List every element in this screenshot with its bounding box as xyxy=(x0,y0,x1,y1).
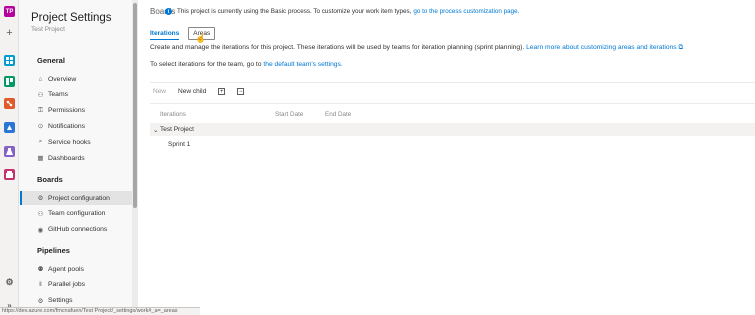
grid-header: Iterations Start Date End Date xyxy=(150,109,755,121)
column-header-end-date[interactable]: End Date xyxy=(325,111,351,118)
pipelines-icon[interactable] xyxy=(4,122,15,133)
plus-icon[interactable]: + xyxy=(4,27,15,39)
chevron-down-icon[interactable]: ⌄ xyxy=(153,126,158,134)
app-rail: TP + ⚙ » xyxy=(0,0,19,315)
artifacts-icon[interactable] xyxy=(4,169,15,180)
settings-icon: ⚙ xyxy=(37,297,44,305)
process-info-banner: i This project is currently using the Ba… xyxy=(165,8,519,15)
tab-iterations[interactable]: Iterations xyxy=(150,30,182,40)
permissions-icon: ⚿ xyxy=(38,106,43,114)
sidebar-project-name: Test Project xyxy=(31,26,65,33)
notifications-icon: ⊙ xyxy=(37,123,44,131)
expand-all-icon[interactable]: + xyxy=(218,88,226,95)
iteration-name: Sprint 1 xyxy=(168,141,191,148)
sidebar-item-notifications[interactable]: ⊙ Notifications xyxy=(20,119,132,133)
parallel-jobs-icon: ‖ xyxy=(39,281,42,289)
team-configuration-icon: ⚇ xyxy=(37,210,44,218)
table-row[interactable]: ⌄ Test Project xyxy=(150,123,755,136)
test-plans-icon[interactable] xyxy=(4,146,15,157)
sidebar-item-overview[interactable]: ⌂ Overview xyxy=(20,72,132,86)
sidebar-item-label: Team configuration xyxy=(48,210,106,218)
learn-more-link[interactable]: Learn more about customizing areas and i… xyxy=(526,44,683,51)
iteration-name: Test Project xyxy=(160,126,194,133)
org-badge-icon[interactable]: TP xyxy=(4,6,15,17)
sidebar-item-label: Service hooks xyxy=(48,138,91,146)
iterations-description: Create and manage the iterations for thi… xyxy=(150,44,683,52)
settings-sidebar: Project Settings Test Project General ⌂ Ov… xyxy=(19,0,132,315)
sidebar-item-label: GitHub connections xyxy=(48,226,108,234)
sidebar-item-dashboards[interactable]: ▦ Dashboards xyxy=(20,151,132,165)
pointer-cursor-icon: ☝ xyxy=(195,33,207,43)
dashboards-icon: ▦ xyxy=(37,155,44,162)
teams-icon: ⚇ xyxy=(37,91,44,99)
sidebar-item-teams[interactable]: ⚇ Teams xyxy=(20,88,132,102)
sidebar-item-project-configuration[interactable]: ⚙ Project configuration xyxy=(20,191,132,205)
sidebar-group-pipelines: Pipelines xyxy=(37,246,70,255)
divider xyxy=(150,103,755,104)
sidebar-item-label: Parallel jobs xyxy=(48,281,86,289)
sidebar-item-label: Settings xyxy=(48,297,73,305)
column-header-iterations[interactable]: Iterations xyxy=(160,111,186,118)
sidebar-item-parallel-jobs[interactable]: ‖ Parallel jobs xyxy=(20,278,132,292)
sidebar-group-boards: Boards xyxy=(37,175,63,184)
default-team-settings-link[interactable]: the default team's settings. xyxy=(263,61,342,68)
table-row[interactable]: Sprint 1 xyxy=(150,138,755,151)
sidebar-item-label: Notifications xyxy=(48,122,86,130)
gear-icon[interactable]: ⚙ xyxy=(4,277,15,288)
sidebar-item-label: Project configuration xyxy=(48,194,110,202)
main-content: Boards i This project is currently using… xyxy=(138,0,755,315)
collapse-all-icon[interactable]: − xyxy=(237,88,245,95)
sidebar-group-general: General xyxy=(37,56,65,65)
process-customization-link[interactable]: go to the process customization page. xyxy=(413,8,519,15)
team-settings-text: To select iterations for the team, go to xyxy=(150,61,262,68)
sidebar-item-label: Overview xyxy=(48,75,77,83)
repos-icon[interactable] xyxy=(4,98,15,109)
settings-tabs: Iterations Areas xyxy=(150,22,227,40)
github-icon: ◉ xyxy=(37,226,44,234)
sidebar-title: Project Settings xyxy=(31,12,112,24)
sidebar-item-label: Permissions xyxy=(48,107,86,115)
project-configuration-icon: ⚙ xyxy=(37,195,44,202)
status-bar-url: https://dev.azure.com/fmcnafuen/Test Pro… xyxy=(0,307,200,315)
description-text: Create and manage the iterations for thi… xyxy=(150,44,525,51)
sidebar-item-label: Dashboards xyxy=(48,154,85,162)
divider xyxy=(150,82,755,83)
service-hooks-icon: ⌕ xyxy=(38,138,43,146)
boards-icon[interactable] xyxy=(4,76,15,87)
agent-pools-icon: ⚉ xyxy=(37,266,44,273)
info-icon: i xyxy=(165,8,172,15)
iterations-toolbar: New New child + − xyxy=(153,88,256,95)
team-settings-hint: To select iterations for the team, go to… xyxy=(150,61,343,68)
sidebar-scroll-thumb[interactable] xyxy=(133,3,137,208)
column-header-start-date[interactable]: Start Date xyxy=(275,111,303,118)
sidebar-item-permissions[interactable]: ⚿ Permissions xyxy=(20,104,132,118)
sidebar-item-github-connections[interactable]: ◉ GitHub connections xyxy=(20,223,132,237)
sidebar-item-label: Agent pools xyxy=(48,265,84,273)
overview-icon[interactable] xyxy=(4,55,15,66)
sidebar-item-label: Teams xyxy=(48,91,69,99)
sidebar-item-agent-pools[interactable]: ⚉ Agent pools xyxy=(20,262,132,276)
sidebar-item-settings[interactable]: ⚙ Settings xyxy=(20,294,132,308)
banner-text: This project is currently using the Basi… xyxy=(177,8,412,15)
new-child-button[interactable]: New child xyxy=(178,88,206,95)
sidebar-item-service-hooks[interactable]: ⌕ Service hooks xyxy=(20,135,132,149)
overview-icon: ⌂ xyxy=(38,75,43,83)
new-button[interactable]: New xyxy=(153,88,166,95)
sidebar-item-team-configuration[interactable]: ⚇ Team configuration xyxy=(20,207,132,221)
